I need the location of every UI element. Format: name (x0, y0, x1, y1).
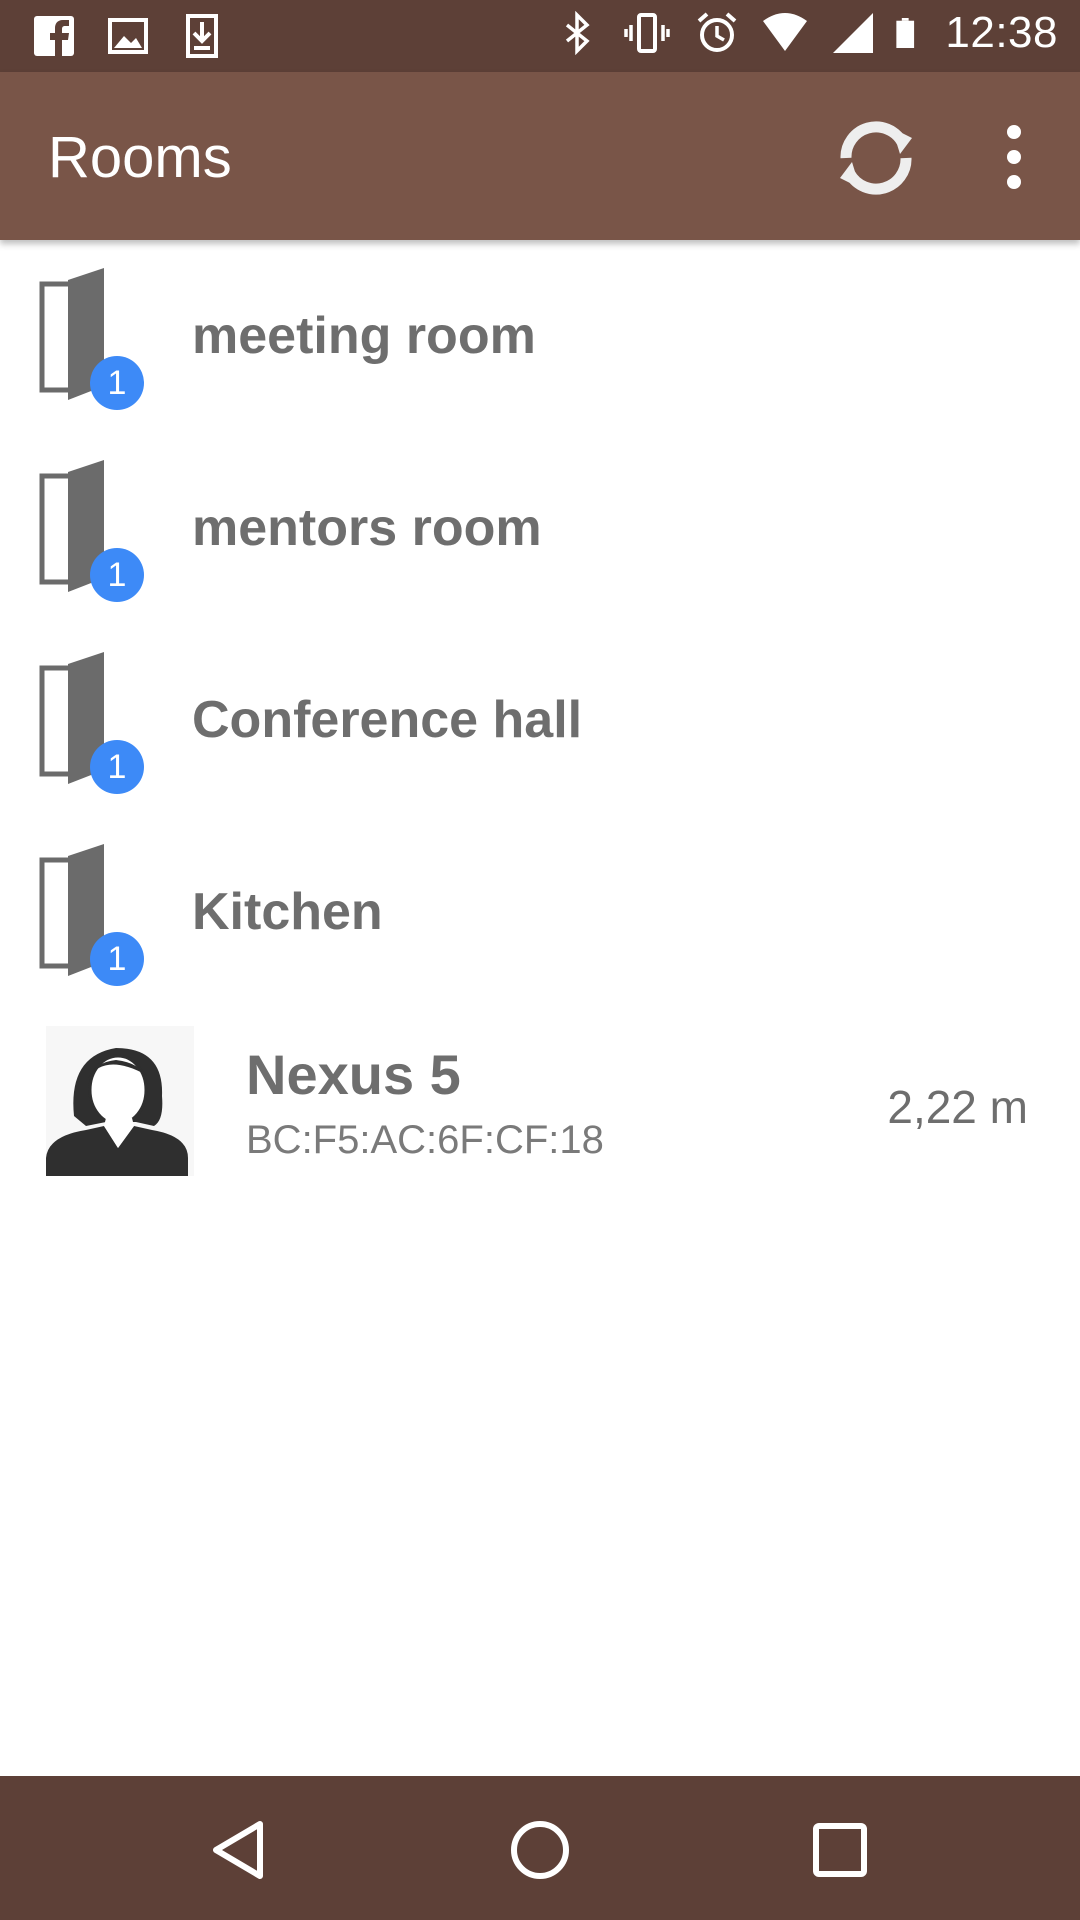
room-count-badge: 1 (90, 740, 144, 794)
app-bar: Rooms (0, 72, 1080, 240)
refresh-icon[interactable] (830, 116, 922, 200)
page-title: Rooms (48, 125, 232, 190)
alarm-icon (698, 12, 737, 52)
person-avatar-icon (46, 1026, 194, 1176)
device-mac-address: BC:F5:AC:6F:CF:18 (246, 1118, 604, 1162)
room-list-item[interactable]: 1 mentors room (0, 438, 1080, 630)
recents-icon[interactable] (808, 1818, 872, 1882)
room-count-badge: 1 (90, 356, 144, 410)
room-list-item[interactable]: 1 meeting room (0, 246, 1080, 438)
room-name: meeting room (192, 307, 536, 365)
room-list: 1 meeting room 1 mentors room 1 Conferen… (0, 246, 1080, 1014)
room-list-item[interactable]: 1 Conference hall (0, 630, 1080, 822)
image-icon (108, 18, 148, 54)
room-name: mentors room (192, 499, 542, 557)
room-count-badge: 1 (90, 548, 144, 602)
home-icon[interactable] (508, 1818, 572, 1882)
wifi-icon (763, 13, 808, 51)
room-list-item[interactable]: 1 Kitchen (0, 822, 1080, 1014)
navigation-bar (0, 1776, 1080, 1920)
signal-icon (833, 13, 874, 53)
room-count-badge: 1 (90, 932, 144, 986)
overflow-menu-icon[interactable] (992, 122, 1036, 192)
device-distance: 2,22 m (887, 1081, 1028, 1133)
device-list-item[interactable]: Nexus 5 BC:F5:AC:6F:CF:18 2,22 m (0, 1014, 1080, 1184)
status-time: 12:38 (945, 8, 1058, 57)
download-icon (186, 14, 218, 58)
battery-icon (896, 18, 915, 48)
device-name: Nexus 5 (246, 1043, 461, 1106)
vibrate-icon (624, 13, 671, 53)
bluetooth-icon (566, 11, 591, 55)
facebook-icon (34, 16, 74, 58)
room-name: Conference hall (192, 691, 583, 749)
back-icon[interactable] (208, 1818, 272, 1882)
status-bar: 12:38 (0, 0, 1080, 72)
room-name: Kitchen (192, 883, 383, 941)
